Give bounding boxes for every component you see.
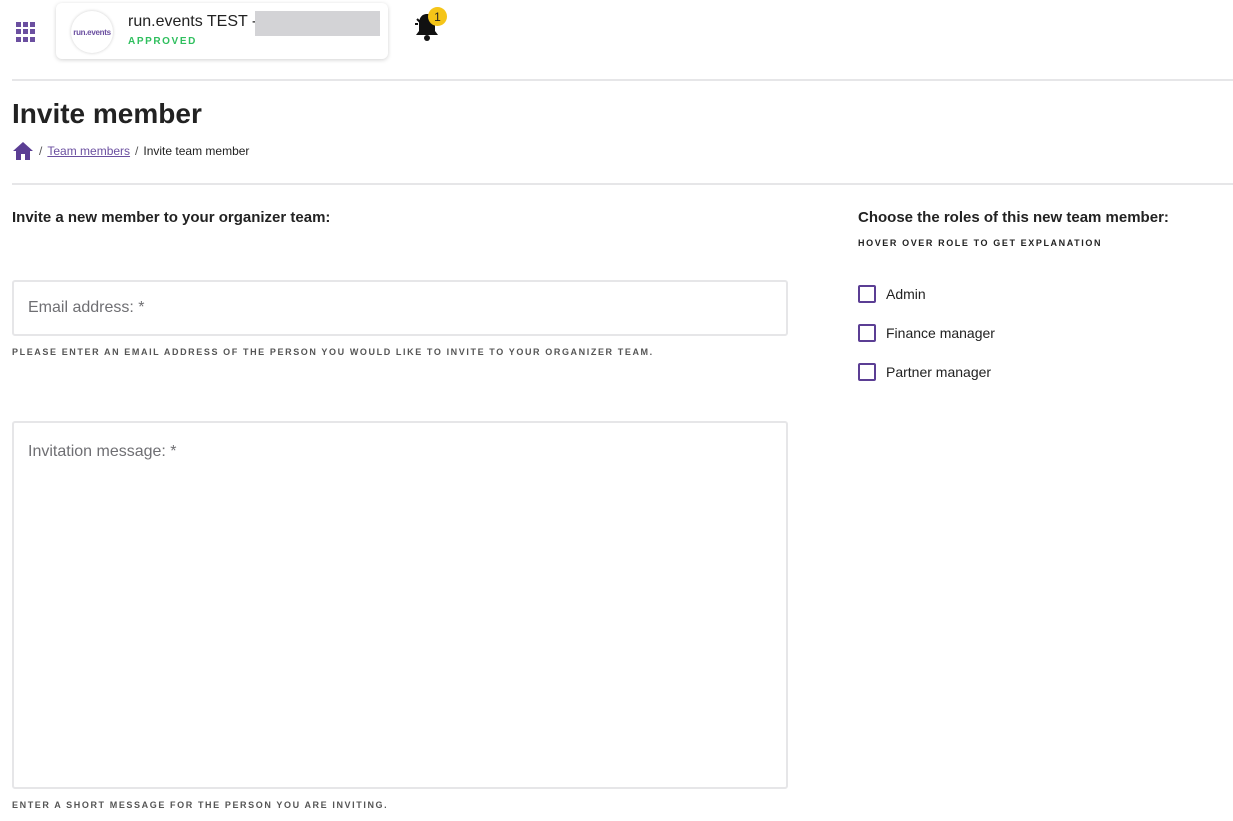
organizer-switcher[interactable]: run.events run.events TEST - APPROVED xyxy=(56,3,388,59)
roles-hint: HOVER OVER ROLE TO GET EXPLANATION xyxy=(858,238,1103,248)
organizer-logo: run.events xyxy=(71,11,113,53)
title-divider xyxy=(12,183,1233,185)
notification-count-badge: 1 xyxy=(428,7,447,26)
roles-heading: Choose the roles of this new team member… xyxy=(858,209,1169,226)
top-bar: run.events run.events TEST - APPROVED 1 xyxy=(0,0,1233,80)
header-divider xyxy=(12,79,1233,81)
organizer-status-badge: APPROVED xyxy=(128,36,197,47)
role-partner-manager-label: Partner manager xyxy=(886,364,992,380)
breadcrumb: / Team members / Invite team member xyxy=(12,141,249,161)
role-partner-manager[interactable]: Partner manager xyxy=(858,362,991,382)
role-partner-manager-checkbox[interactable] xyxy=(858,363,876,381)
organizer-name: run.events TEST - xyxy=(128,13,258,30)
redacted-block xyxy=(255,11,380,36)
apps-grid-icon[interactable] xyxy=(16,22,36,42)
role-admin-checkbox[interactable] xyxy=(858,285,876,303)
invitation-message-textarea[interactable] xyxy=(12,421,788,789)
breadcrumb-separator: / xyxy=(135,144,139,158)
role-admin-label: Admin xyxy=(886,286,926,302)
role-finance-manager-label: Finance manager xyxy=(886,325,995,341)
breadcrumb-separator: / xyxy=(39,144,43,158)
message-help-text: ENTER A SHORT MESSAGE FOR THE PERSON YOU… xyxy=(12,800,389,810)
breadcrumb-current: Invite team member xyxy=(143,144,250,158)
breadcrumb-team-members-link[interactable]: Team members xyxy=(47,144,130,158)
role-admin[interactable]: Admin xyxy=(858,284,926,304)
role-finance-manager-checkbox[interactable] xyxy=(858,324,876,342)
invite-form-heading: Invite a new member to your organizer te… xyxy=(12,209,331,226)
home-icon[interactable] xyxy=(12,141,34,161)
organizer-logo-text: run.events xyxy=(73,27,111,37)
page-title: Invite member xyxy=(12,98,202,129)
email-help-text: PLEASE ENTER AN EMAIL ADDRESS OF THE PER… xyxy=(12,347,654,357)
role-finance-manager[interactable]: Finance manager xyxy=(858,323,995,343)
email-input[interactable] xyxy=(12,280,788,336)
